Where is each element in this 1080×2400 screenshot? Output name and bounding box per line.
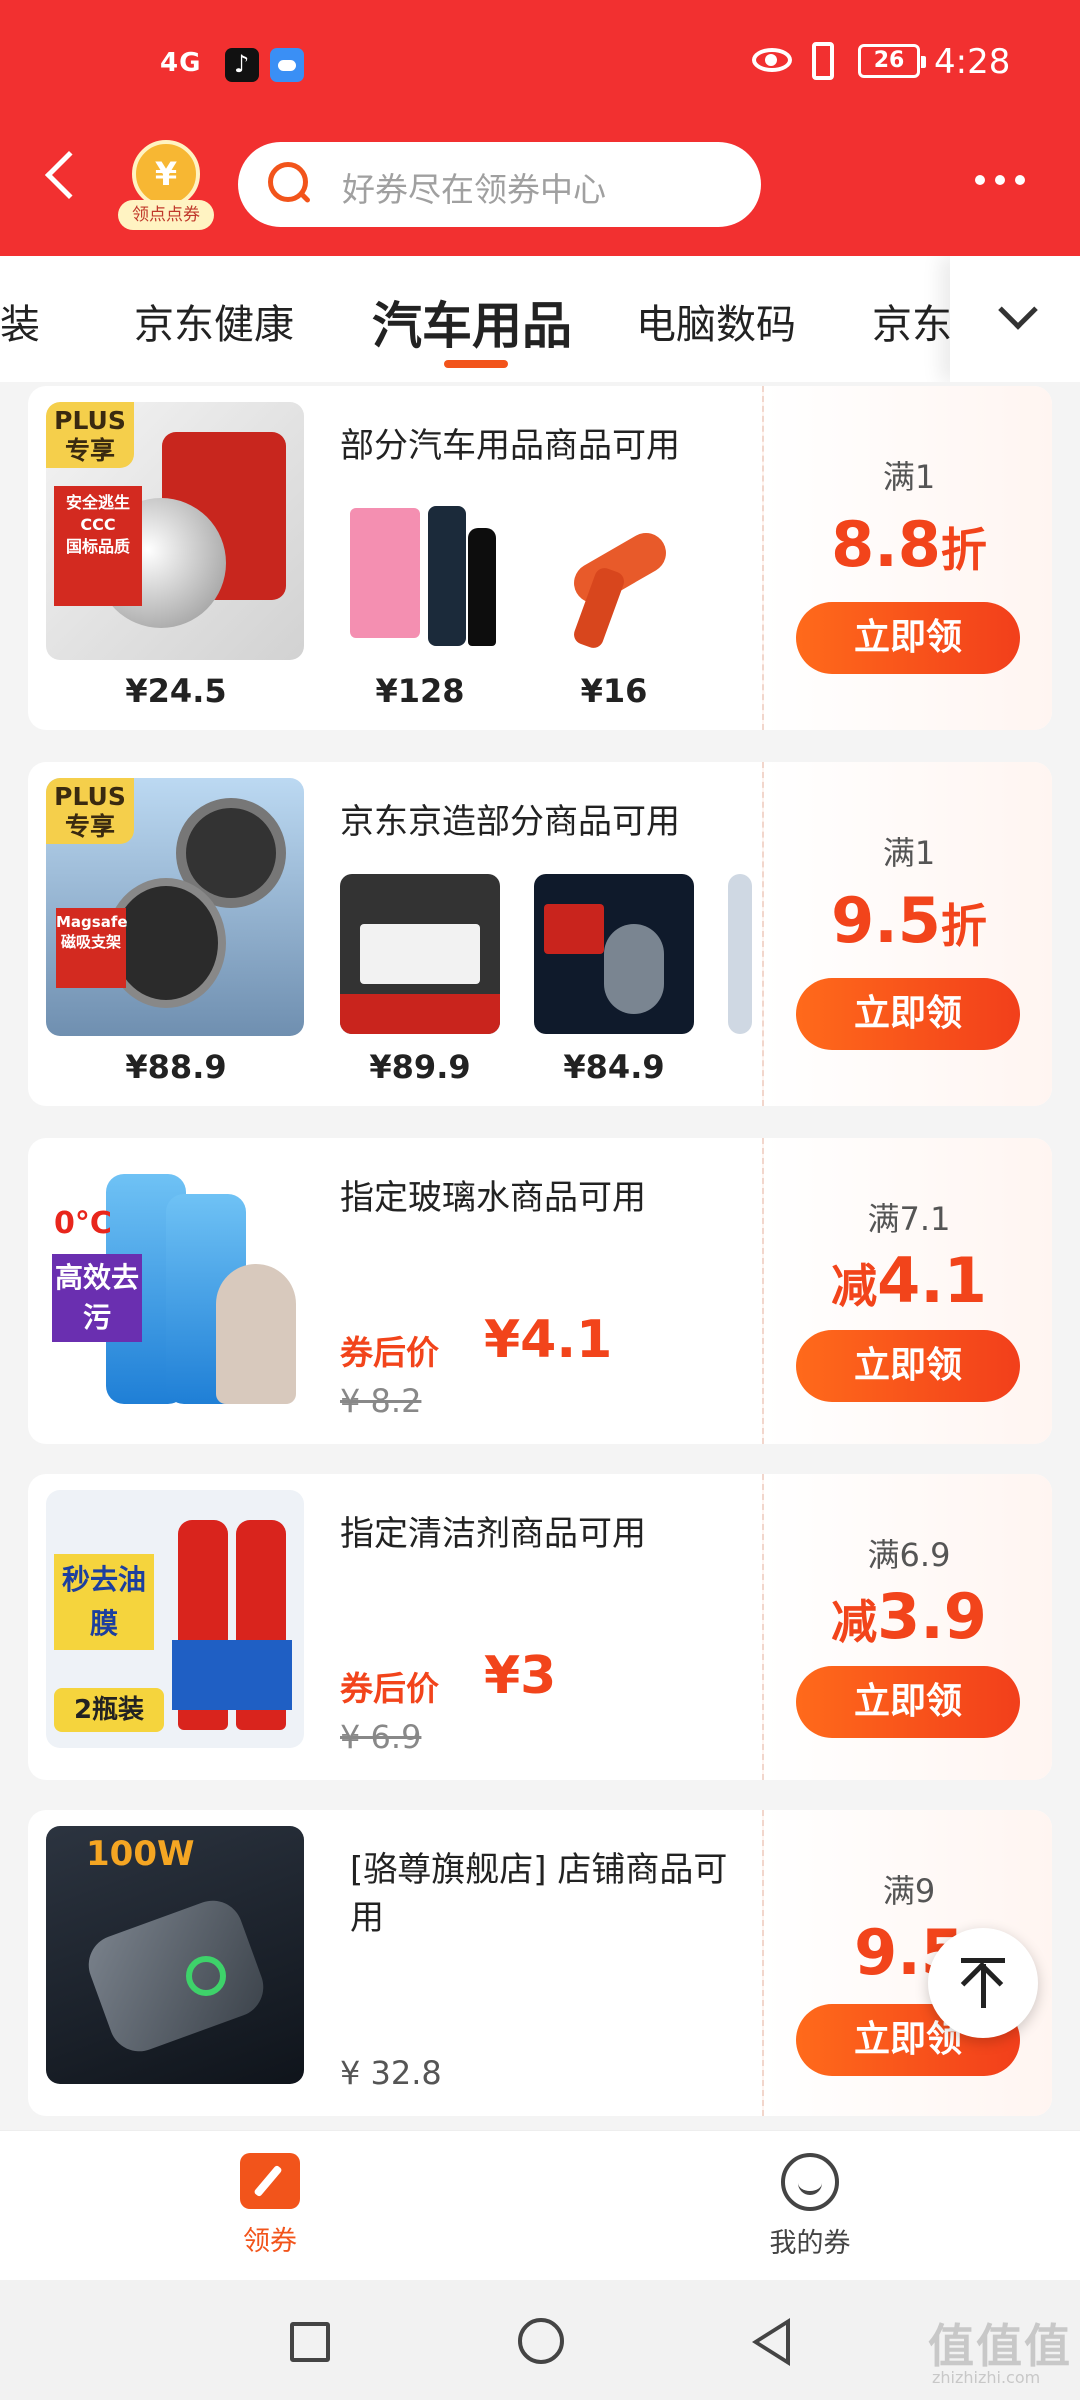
coupon-condition: 满6.9: [867, 1536, 951, 1574]
tab-jd[interactable]: 京东: [872, 292, 952, 350]
coupon-card: 秒去油膜 2瓶装 指定清洁剂商品可用 券后价 ¥3 ¥ 6.9 满6.9 减3.…: [28, 1474, 1052, 1780]
original-price: ¥ 6.9: [340, 1718, 422, 1756]
coupon-points-badge[interactable]: ¥ 领点点券: [118, 140, 214, 236]
original-price: ¥ 8.2: [340, 1382, 422, 1420]
coupon-points-label: 领点点券: [118, 200, 214, 230]
after-coupon-label: 券后价: [340, 1669, 439, 1708]
coupon-discount: 减4.1: [831, 1244, 987, 1317]
back-to-top-button[interactable]: [928, 1928, 1038, 2038]
status-bar: 4G 26 4:28: [0, 38, 1080, 98]
product-art-label: 100W: [86, 1834, 195, 1874]
product-price: ¥84.9: [563, 1048, 665, 1086]
coupon-card: 100W [骆尊旗舰店] 店铺商品可用 ¥ 32.8 满9 9.5 立即领: [28, 1810, 1052, 2116]
watermark-url: zhizhizhi.com: [932, 2368, 1041, 2387]
coupon-discount: 减3.9: [831, 1580, 987, 1653]
recent-apps-icon[interactable]: [290, 2322, 330, 2362]
clock: 4:28: [934, 42, 1011, 82]
coupon-value-panel: 满1 8.8折 立即领: [762, 386, 1052, 730]
nav-my-coupons-label: 我的券: [769, 2228, 851, 2259]
product-image[interactable]: Magsafe 磁吸支架 PLUS 专享: [46, 778, 304, 1036]
coupon-value-panel: 满1 9.5折 立即领: [762, 762, 1052, 1106]
battery-icon: 26: [858, 44, 926, 78]
back-icon[interactable]: [44, 150, 94, 200]
coupon-title: [骆尊旗舰店] 店铺商品可用: [350, 1850, 728, 1938]
product-thumb[interactable]: [728, 874, 752, 1034]
product-thumb[interactable]: [340, 498, 500, 658]
coupon-card: 0°C 高效去污 指定玻璃水商品可用 券后价 ¥4.1 ¥ 8.2 满7.1 减…: [28, 1138, 1052, 1444]
product-image[interactable]: 安全逃生 CCC 国标品质 PLUS 专享: [46, 402, 304, 660]
claim-button[interactable]: 立即领: [796, 602, 1020, 674]
product-image[interactable]: 秒去油膜 2瓶装: [46, 1490, 304, 1748]
coupon-title: 指定玻璃水商品可用: [340, 1178, 646, 1218]
coupon-discount: 8.8折: [831, 508, 987, 581]
weather-notification-icon: [270, 48, 304, 82]
plus-tag: PLUS 专享: [46, 778, 134, 844]
product-price: ¥16: [580, 672, 648, 710]
tab-car-supplies[interactable]: 汽车用品: [372, 286, 572, 358]
coupon-card: 安全逃生 CCC 国标品质 PLUS 专享 ¥24.5 部分汽车用品商品可用 ¥12…: [28, 386, 1052, 730]
product-art-label: 高效去污: [52, 1254, 142, 1342]
product-art-label: 秒去油膜: [54, 1554, 154, 1650]
coupon-condition: 满1: [882, 834, 936, 872]
after-coupon-price: ¥3: [484, 1646, 557, 1706]
coupon-title: 京东京造部分商品可用: [340, 802, 680, 842]
coupon-condition: 满1: [882, 458, 936, 496]
eye-comfort-icon: [752, 48, 792, 72]
nav-my-coupons[interactable]: 我的券: [730, 2153, 890, 2260]
bottom-nav: 领券 我的券: [0, 2130, 1080, 2280]
after-coupon-price: ¥4.1: [484, 1310, 613, 1370]
claim-button[interactable]: 立即领: [796, 1666, 1020, 1738]
header: 4G 26 4:28 ¥ 领点点券 好券尽在领券中心: [0, 0, 1080, 256]
coin-icon: ¥: [132, 140, 200, 208]
coupon-discount: 9.5折: [831, 884, 987, 957]
coupon-value-panel: 满6.9 减3.9 立即领: [762, 1474, 1052, 1780]
coupon-condition: 满9: [882, 1872, 936, 1910]
tab-kids-clothing[interactable]: 童装: [0, 292, 40, 350]
category-tabs: 童装 京东健康 汽车用品 电脑数码 京东: [0, 256, 1080, 382]
back-triangle-icon[interactable]: [752, 2318, 790, 2366]
coupon-condition: 满7.1: [867, 1200, 951, 1238]
signal-indicator: 4G: [160, 48, 202, 78]
product-price: ¥88.9: [125, 1048, 227, 1086]
claim-button[interactable]: 立即领: [796, 1330, 1020, 1402]
product-price: ¥24.5: [125, 672, 227, 710]
watermark: 值值值: [928, 2319, 1072, 2373]
coupon-title: 指定清洁剂商品可用: [340, 1514, 646, 1554]
coupon-icon: [240, 2153, 300, 2209]
product-price: ¥128: [375, 672, 465, 710]
home-icon[interactable]: [518, 2318, 564, 2364]
product-price: ¥89.9: [369, 1048, 471, 1086]
tab-jd-health[interactable]: 京东健康: [134, 292, 294, 350]
coupon-card: Magsafe 磁吸支架 PLUS 专享 ¥88.9 京东京造部分商品可用 ¥89…: [28, 762, 1052, 1106]
search-placeholder: 好券尽在领券中心: [342, 170, 606, 209]
claim-button[interactable]: 立即领: [796, 978, 1020, 1050]
product-thumb[interactable]: [534, 874, 694, 1034]
coupon-value-panel: 满7.1 减4.1 立即领: [762, 1138, 1052, 1444]
coupon-title: 部分汽车用品商品可用: [340, 426, 680, 466]
system-navigation-bar: 值值值 zhizhizhi.com: [0, 2280, 1080, 2400]
product-thumb[interactable]: [534, 498, 694, 658]
tiktok-notification-icon: [225, 48, 259, 82]
vibrate-icon: [812, 42, 834, 80]
search-icon: [268, 162, 308, 202]
nav-coupons[interactable]: 领券: [190, 2153, 350, 2258]
active-tab-indicator: [444, 360, 508, 368]
product-price: ¥ 32.8: [340, 2054, 442, 2092]
tab-computer-digital[interactable]: 电脑数码: [636, 292, 796, 350]
search-input[interactable]: 好券尽在领券中心: [238, 142, 761, 227]
product-image[interactable]: 100W: [46, 1826, 304, 2084]
smiley-icon: [781, 2153, 839, 2211]
product-image[interactable]: 0°C 高效去污: [46, 1154, 304, 1412]
product-thumb[interactable]: [340, 874, 500, 1034]
plus-tag: PLUS 专享: [46, 402, 134, 468]
more-options-icon[interactable]: [975, 170, 1035, 190]
after-coupon-label: 券后价: [340, 1333, 439, 1372]
nav-coupons-label: 领券: [243, 2226, 297, 2257]
